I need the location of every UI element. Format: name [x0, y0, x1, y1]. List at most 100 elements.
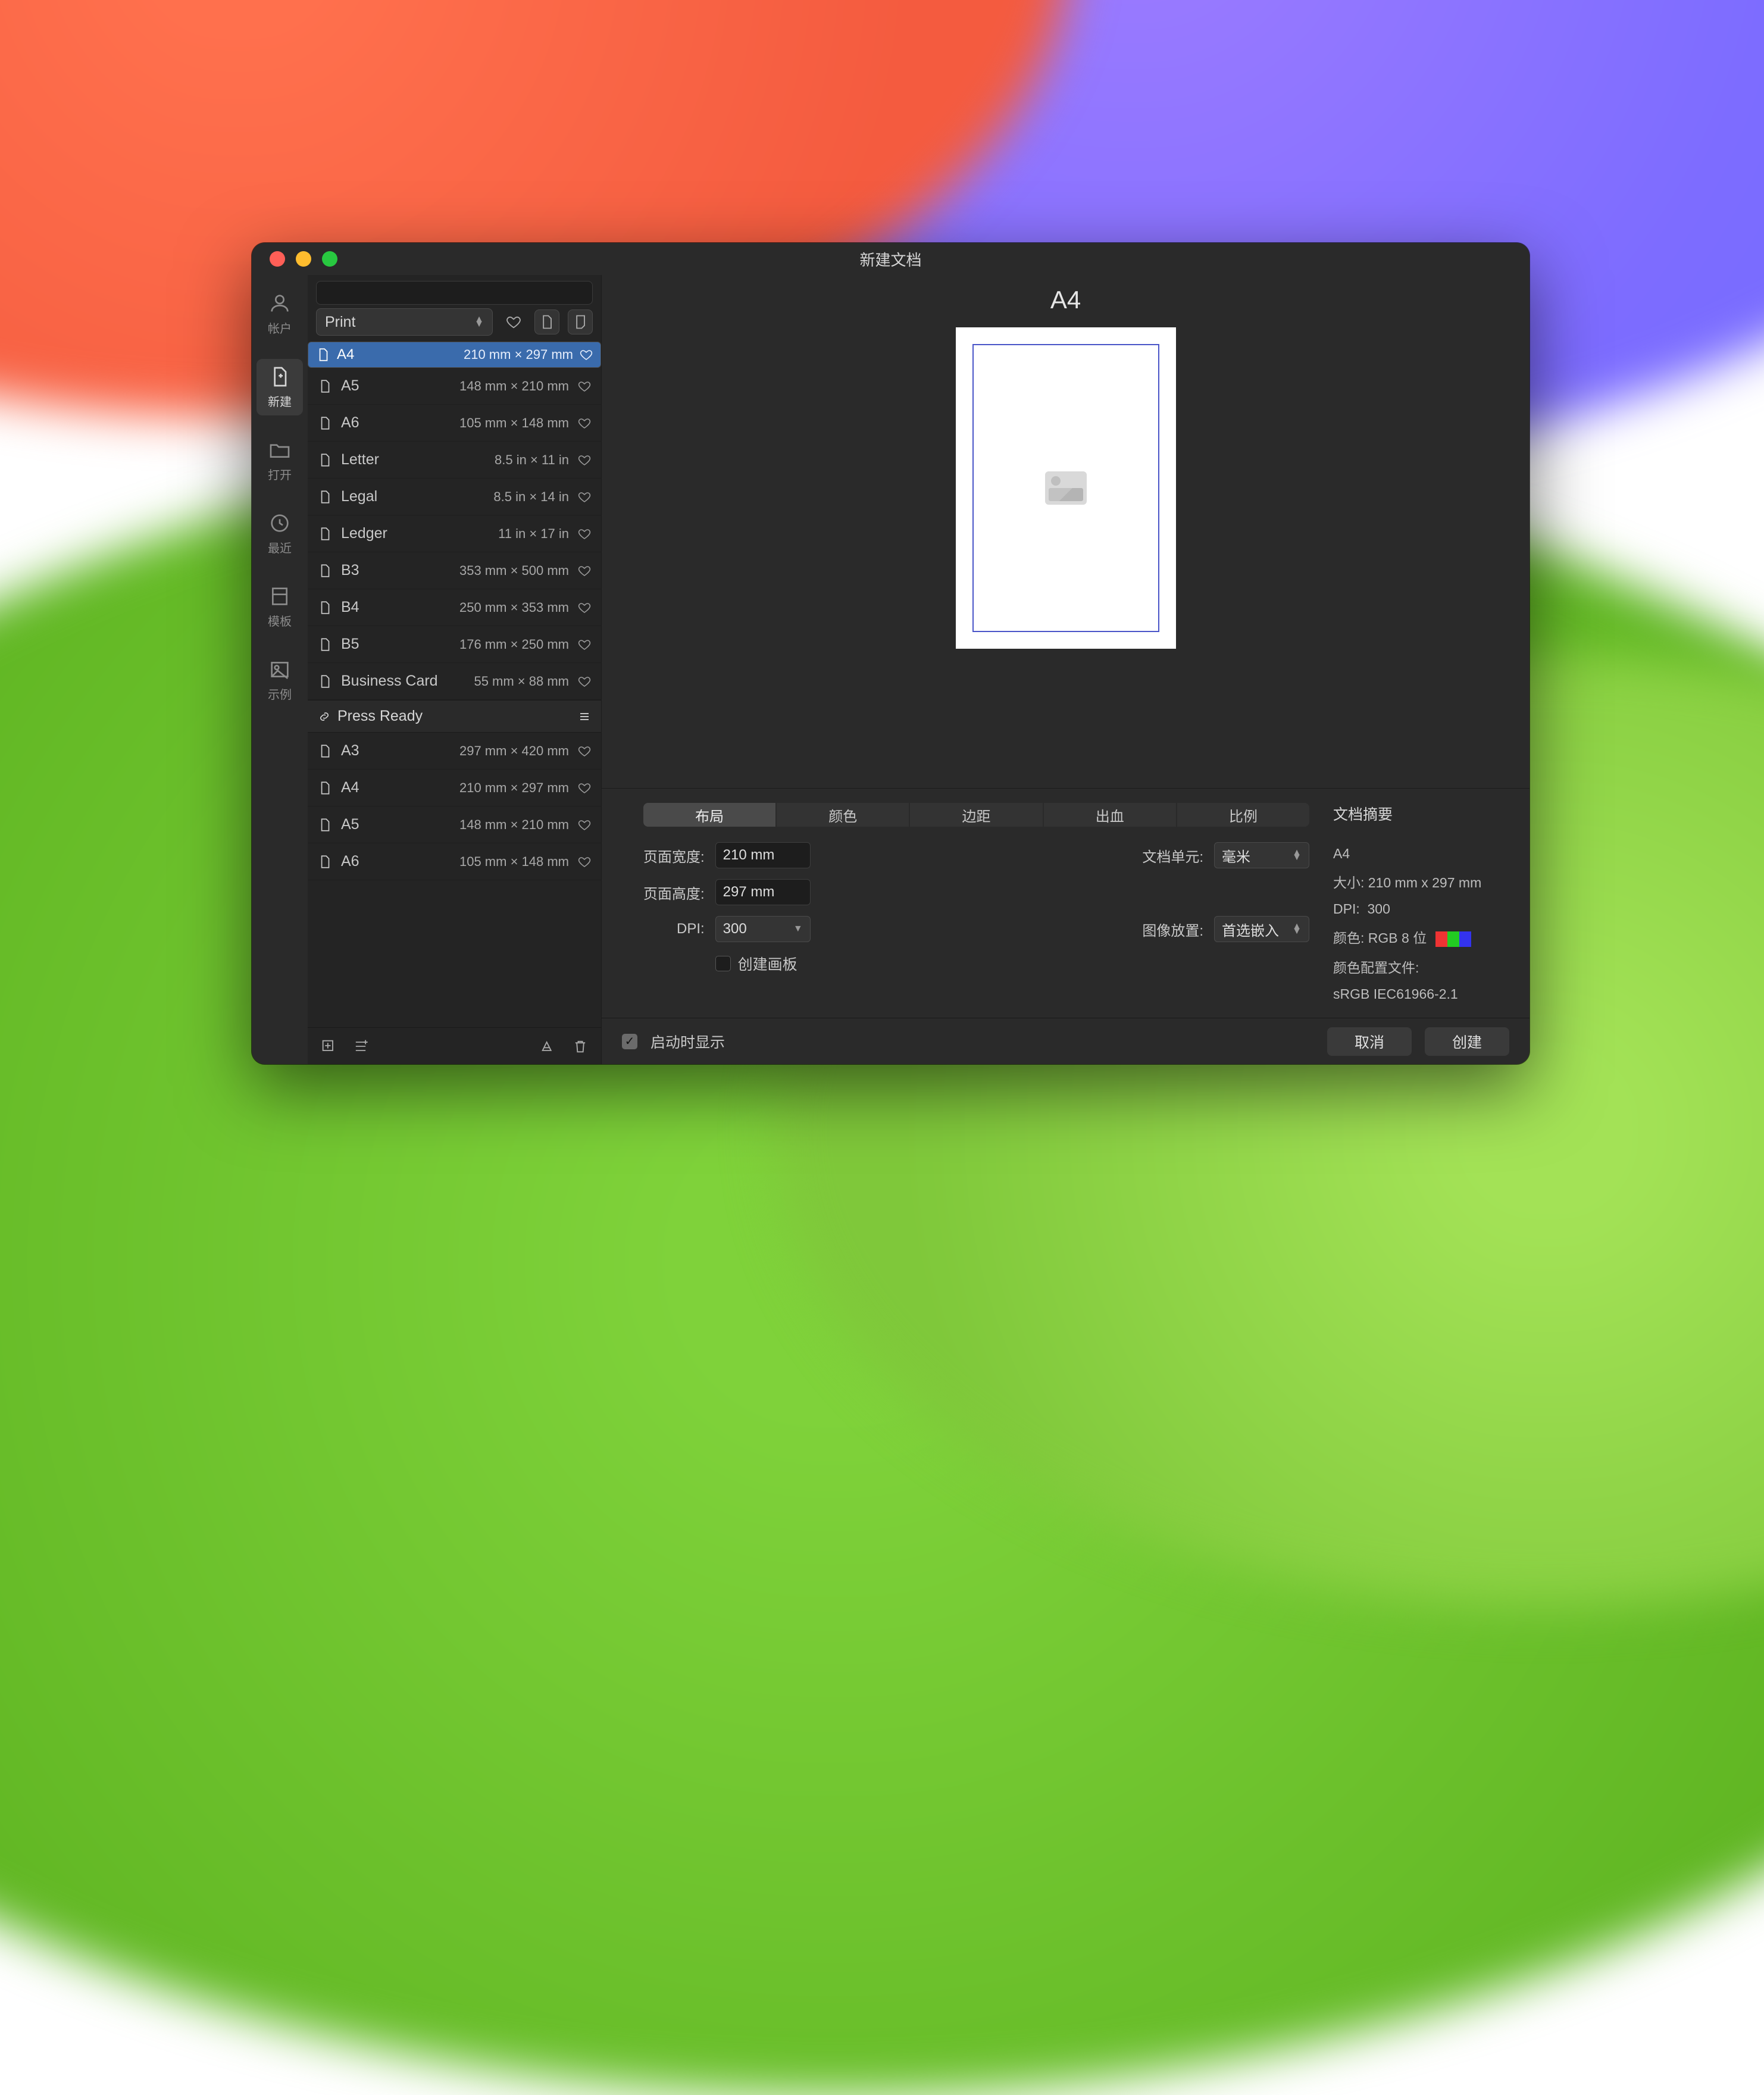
rail-item-label: 示例 [268, 685, 292, 702]
summary-heading: 文档摘要 [1333, 803, 1512, 824]
rgb-swatch-icon [1435, 931, 1471, 947]
tab-label: 比例 [1229, 805, 1258, 826]
preset-row[interactable]: A4210 mm × 297 mm [308, 770, 601, 806]
document-unit-select[interactable]: 毫米▲▼ [1214, 842, 1309, 868]
favorite-category-button[interactable] [501, 309, 526, 334]
heart-icon[interactable] [577, 379, 592, 393]
orientation-landscape-button[interactable] [568, 309, 593, 334]
preset-name: A4 [337, 346, 354, 363]
preset-group-header[interactable]: Press Ready [308, 700, 601, 733]
preset-row[interactable]: Legal8.5 in × 14 in [308, 479, 601, 515]
hamburger-icon[interactable] [577, 709, 592, 724]
document-icon [317, 598, 333, 617]
preset-row[interactable]: A6 105 mm × 148 mm [308, 843, 601, 880]
heart-icon[interactable] [577, 601, 592, 615]
cancel-button[interactable]: 取消 [1327, 1027, 1412, 1056]
add-category-button[interactable] [348, 1034, 373, 1059]
preset-row[interactable]: B3353 mm × 500 mm [308, 552, 601, 589]
page-width-input[interactable]: 210 mm [715, 842, 811, 868]
rail-item-label: 模板 [268, 612, 292, 629]
rail-item-template[interactable]: 模板 [257, 579, 303, 635]
preset-row[interactable]: A3297 mm × 420 mm [308, 733, 601, 770]
chevron-updown-icon: ▲▼ [474, 317, 484, 327]
image-placement-label: 图像放置: [1142, 919, 1203, 940]
preset-row[interactable]: Ledger 11 in × 17 in [308, 515, 601, 552]
dpi-select[interactable]: 300▼ [715, 916, 811, 942]
preset-row[interactable]: A5148 mm × 210 mm [308, 806, 601, 843]
preset-row[interactable]: A4210 mm × 297 mm [308, 342, 601, 368]
sample-icon [268, 658, 292, 681]
preset-dims: 105 mm × 148 mm [459, 854, 569, 870]
tab-2[interactable]: 边距 [910, 803, 1042, 827]
preset-search-input[interactable] [316, 281, 593, 305]
document-icon [317, 451, 333, 470]
heart-icon[interactable] [577, 855, 592, 869]
heart-icon[interactable] [577, 637, 592, 652]
document-icon [317, 635, 333, 654]
tab-4[interactable]: 比例 [1177, 803, 1309, 827]
document-icon [317, 852, 333, 871]
tab-label: 边距 [962, 805, 991, 826]
window-title: 新建文档 [252, 248, 1530, 270]
sort-presets-button[interactable] [536, 1034, 561, 1059]
summary-profile: sRGB IEC61966-2.1 [1333, 986, 1512, 1002]
create-button[interactable]: 创建 [1425, 1027, 1509, 1056]
category-select[interactable]: Print ▲▼ [316, 308, 493, 336]
rail-item-recent[interactable]: 最近 [257, 505, 303, 562]
heart-icon[interactable] [579, 348, 593, 362]
preset-row[interactable]: A5148 mm × 210 mm [308, 368, 601, 405]
preset-dims: 8.5 in × 11 in [495, 452, 569, 468]
orientation-portrait-button[interactable] [534, 309, 559, 334]
create-artboard-checkbox[interactable] [715, 956, 731, 971]
rail-item-sample[interactable]: 示例 [257, 652, 303, 708]
preset-dims: 11 in × 17 in [498, 526, 569, 542]
preset-dims: 250 mm × 353 mm [459, 600, 569, 615]
preset-row[interactable]: B4250 mm × 353 mm [308, 589, 601, 626]
right-panel: A4 布局颜色边距出血比例 页面宽度: 210 mm 文档单元: 毫米▲▼ 页面… [602, 275, 1530, 1064]
tab-1[interactable]: 颜色 [777, 803, 909, 827]
heart-icon[interactable] [577, 744, 592, 758]
rail-item-open[interactable]: 打开 [257, 432, 303, 489]
account-icon [268, 292, 292, 315]
preset-row[interactable]: B5176 mm × 250 mm [308, 626, 601, 663]
unit-label: 文档单元: [1142, 845, 1203, 866]
rail-item-account[interactable]: 帐户 [257, 286, 303, 342]
preset-list[interactable]: A4210 mm × 297 mmA5148 mm × 210 mmA6105 … [308, 342, 601, 1027]
heart-icon[interactable] [577, 818, 592, 832]
image-placement-select[interactable]: 首选嵌入▲▼ [1214, 916, 1309, 942]
tab-3[interactable]: 出血 [1044, 803, 1176, 827]
tab-0[interactable]: 布局 [643, 803, 775, 827]
preset-dims: 105 mm × 148 mm [459, 415, 569, 431]
preset-tools [308, 1027, 601, 1064]
delete-preset-button[interactable] [568, 1034, 593, 1059]
document-icon [315, 345, 331, 364]
preset-row[interactable]: Business Card55 mm × 88 mm [308, 663, 601, 700]
preset-name: Ledger [341, 525, 387, 542]
preset-name: Letter [341, 451, 379, 468]
sidebar-rail: 帐户新建打开最近模板示例 [252, 275, 308, 1064]
preset-dims: 8.5 in × 14 in [493, 489, 569, 505]
show-on-startup-checkbox[interactable]: ✓ [622, 1034, 637, 1049]
heart-icon[interactable] [577, 781, 592, 795]
preset-dims: 353 mm × 500 mm [459, 563, 569, 579]
preview-title: A4 [1050, 286, 1081, 314]
preset-row[interactable]: Letter 8.5 in × 11 in [308, 442, 601, 479]
heart-icon[interactable] [577, 453, 592, 467]
rail-item-label: 打开 [268, 465, 292, 483]
preset-name: A6 [341, 853, 359, 870]
rail-item-new[interactable]: 新建 [257, 359, 303, 415]
add-preset-button[interactable] [316, 1034, 341, 1059]
heart-icon[interactable] [577, 490, 592, 504]
preset-row[interactable]: A6105 mm × 148 mm [308, 405, 601, 442]
heart-icon[interactable] [577, 527, 592, 541]
summary-name: A4 [1333, 846, 1512, 862]
image-placeholder-icon [1045, 471, 1087, 505]
heart-icon[interactable] [577, 564, 592, 578]
tab-label: 出血 [1096, 805, 1124, 826]
heart-icon[interactable] [577, 674, 592, 689]
preset-dims: 297 mm × 420 mm [459, 743, 569, 759]
preset-dims: 55 mm × 88 mm [474, 674, 569, 689]
page-height-input[interactable]: 297 mm [715, 879, 811, 905]
heart-icon[interactable] [577, 416, 592, 430]
tab-label: 颜色 [828, 805, 857, 826]
